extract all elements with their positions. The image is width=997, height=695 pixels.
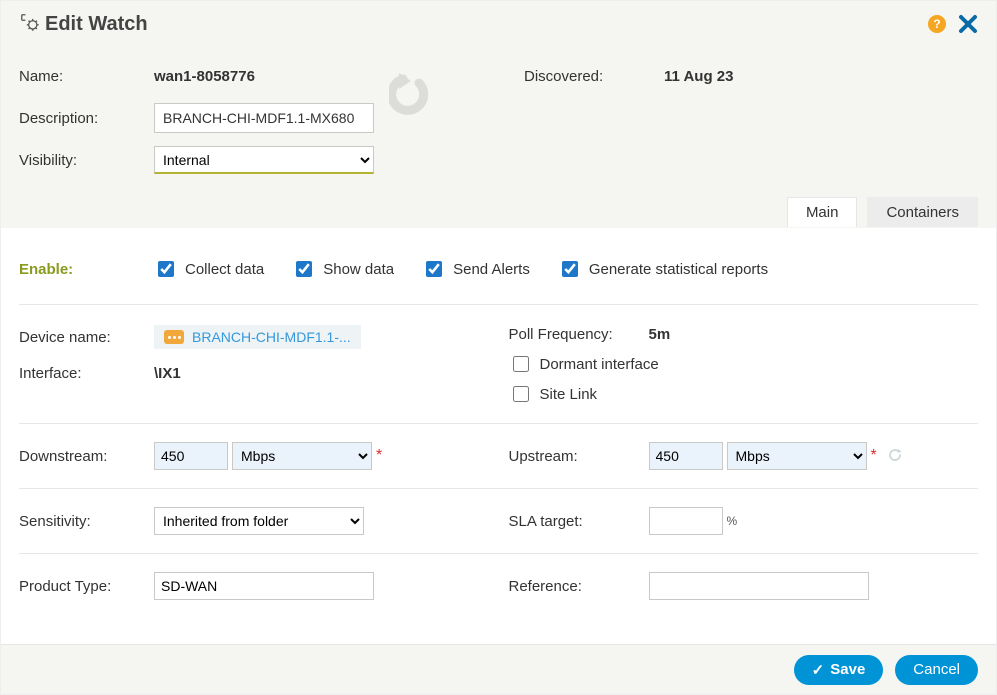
device-name-label: Device name: [19, 329, 154, 346]
undo-icon[interactable] [389, 73, 433, 123]
dormant-checkbox[interactable]: Dormant interface [509, 353, 659, 375]
collect-data-cb[interactable] [158, 261, 174, 277]
discovered-label: Discovered: [524, 68, 664, 85]
sensitivity-label: Sensitivity: [19, 513, 154, 530]
tree-gear-icon [19, 12, 41, 37]
discovered-value: 11 Aug 23 [664, 68, 733, 85]
send-alerts-cb[interactable] [426, 261, 442, 277]
sla-unit: % [727, 514, 738, 528]
sitelink-checkbox[interactable]: Site Link [509, 383, 598, 405]
help-icon[interactable]: ? [928, 15, 946, 33]
sla-label: SLA target: [509, 513, 649, 530]
dormant-label: Dormant interface [540, 356, 659, 373]
product-type-label: Product Type: [19, 578, 154, 595]
reference-label: Reference: [509, 578, 649, 595]
collect-data-checkbox[interactable]: Collect data [154, 258, 264, 280]
description-input[interactable] [154, 103, 374, 133]
sla-input[interactable] [649, 507, 723, 535]
save-button[interactable]: ✓ Save [794, 655, 884, 685]
poll-frequency-value: 5m [649, 326, 671, 343]
edit-watch-dialog: Edit Watch ? Name: [0, 0, 997, 695]
reports-cb[interactable] [562, 261, 578, 277]
tabs: Main Containers [1, 193, 996, 227]
tab-containers[interactable]: Containers [867, 197, 978, 227]
reports-checkbox[interactable]: Generate statistical reports [558, 258, 768, 280]
device-link[interactable]: BRANCH-CHI-MDF1.1-... [154, 325, 361, 349]
description-label: Description: [19, 110, 154, 127]
device-link-text: BRANCH-CHI-MDF1.1-... [192, 329, 351, 345]
visibility-label: Visibility: [19, 152, 154, 169]
downstream-label: Downstream: [19, 448, 154, 465]
name-value: wan1-8058776 [154, 68, 255, 85]
poll-frequency-label: Poll Frequency: [509, 326, 649, 343]
title-bar: Edit Watch ? [1, 1, 996, 47]
refresh-icon[interactable] [887, 447, 903, 466]
send-alerts-label: Send Alerts [453, 261, 530, 278]
interface-label: Interface: [19, 365, 154, 382]
save-button-label: Save [830, 661, 865, 678]
show-data-checkbox[interactable]: Show data [292, 258, 394, 280]
dialog-footer: ✓ Save Cancel [1, 644, 996, 694]
send-alerts-checkbox[interactable]: Send Alerts [422, 258, 530, 280]
downstream-unit-select[interactable]: Mbps [232, 442, 372, 470]
cancel-button-label: Cancel [913, 661, 960, 678]
visibility-select[interactable]: Internal [154, 146, 374, 174]
dialog-header: Edit Watch ? Name: [1, 1, 996, 228]
close-icon[interactable] [958, 14, 978, 34]
device-badge-icon [164, 330, 184, 344]
sitelink-cb[interactable] [513, 386, 529, 402]
downstream-input[interactable] [154, 442, 228, 470]
sitelink-label: Site Link [540, 386, 598, 403]
sensitivity-select[interactable]: Inherited from folder [154, 507, 364, 535]
reference-input[interactable] [649, 572, 869, 600]
downstream-required-icon: * [376, 447, 382, 465]
tab-main[interactable]: Main [787, 197, 858, 227]
product-type-input[interactable] [154, 572, 374, 600]
check-icon: ✓ [812, 661, 825, 679]
dormant-cb[interactable] [513, 356, 529, 372]
upstream-required-icon: * [871, 447, 877, 465]
show-data-label: Show data [323, 261, 394, 278]
main-tab-body: Enable: Collect data Show data Send Aler… [1, 228, 996, 618]
upstream-input[interactable] [649, 442, 723, 470]
show-data-cb[interactable] [296, 261, 312, 277]
name-label: Name: [19, 68, 154, 85]
upstream-unit-select[interactable]: Mbps [727, 442, 867, 470]
upstream-label: Upstream: [509, 448, 649, 465]
dialog-title: Edit Watch [45, 13, 148, 36]
collect-data-label: Collect data [185, 261, 264, 278]
header-fields: Name: wan1-8058776 Discovered: 11 Aug 23… [1, 47, 996, 195]
cancel-button[interactable]: Cancel [895, 655, 978, 685]
reports-label: Generate statistical reports [589, 261, 768, 278]
interface-value: \IX1 [154, 365, 181, 382]
enable-label: Enable: [19, 261, 154, 278]
